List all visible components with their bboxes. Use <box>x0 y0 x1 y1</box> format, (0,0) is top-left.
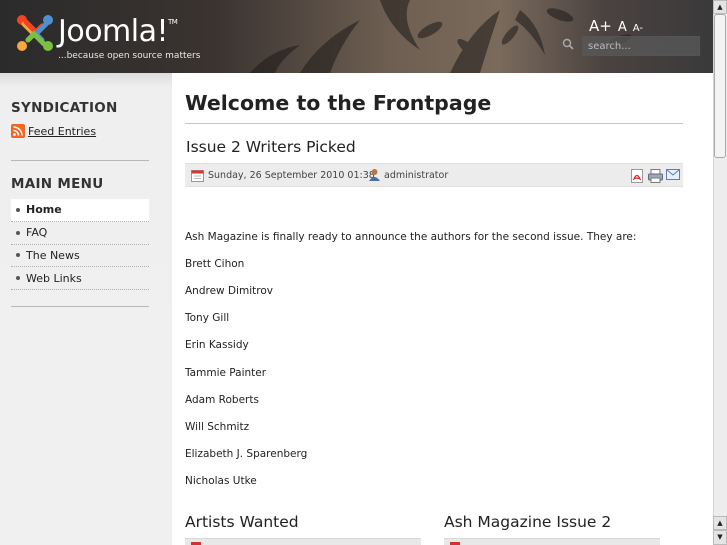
author-item: Adam Roberts <box>185 394 259 406</box>
user-icon <box>369 169 380 181</box>
author-item: Nicholas Utke <box>185 475 257 487</box>
scroll-up-arrow-bottom-icon[interactable]: ▲ <box>713 516 727 530</box>
feed-entries-row[interactable]: Feed Entries <box>11 124 96 138</box>
main-menu-heading: MAIN MENU <box>11 176 104 192</box>
bullet-icon <box>16 253 20 258</box>
author-item: Erin Kassidy <box>185 339 249 351</box>
article-intro: Ash Magazine is finally ready to announc… <box>185 231 637 243</box>
increase-font-button[interactable]: A+ <box>589 17 612 35</box>
decrease-font-button[interactable]: A- <box>633 23 643 34</box>
syndication-heading: SYNDICATION <box>11 100 118 116</box>
reset-font-button[interactable]: A <box>618 20 627 35</box>
main-menu: Home FAQ The News Web Links <box>11 199 149 290</box>
sidebar-divider <box>11 306 149 307</box>
sub-article-title-link[interactable]: Artists Wanted <box>185 513 299 531</box>
email-icon[interactable] <box>666 169 680 180</box>
article-title-link[interactable]: Issue 2 Writers Picked <box>186 138 356 156</box>
menu-item-web-links[interactable]: Web Links <box>11 267 149 290</box>
pdf-icon[interactable] <box>631 169 644 183</box>
scroll-down-arrow-icon[interactable]: ▼ <box>713 530 727 545</box>
scrollbar-thumb[interactable] <box>714 14 726 158</box>
menu-item-faq[interactable]: FAQ <box>11 222 149 245</box>
sidebar <box>0 73 172 545</box>
menu-item-the-news[interactable]: The News <box>11 245 149 268</box>
article-meta-bar: Sunday, 26 September 2010 01:38 administ… <box>185 163 683 187</box>
sub-article-title-link[interactable]: Ash Magazine Issue 2 <box>444 513 611 531</box>
author-item: Andrew Dimitrov <box>185 285 273 297</box>
author-item: Tammie Painter <box>185 367 267 379</box>
author-item: Elizabeth J. Sparenberg <box>185 448 308 460</box>
article-author: administrator <box>384 170 449 181</box>
site-header: Joomla!TM ...because open source matters… <box>0 0 713 73</box>
sidebar-divider <box>11 160 149 161</box>
bullet-icon <box>16 230 20 235</box>
rss-feed-icon[interactable] <box>11 124 25 138</box>
site-tagline: ...because open source matters <box>58 51 201 61</box>
logo-wordmark[interactable]: Joomla!TM <box>58 14 178 49</box>
author-item: Brett Cihon <box>185 258 245 270</box>
scroll-up-arrow-icon[interactable]: ▲ <box>713 0 727 14</box>
print-icon[interactable] <box>648 169 663 183</box>
article-date: Sunday, 26 September 2010 01:38 <box>208 170 375 181</box>
author-item: Tony Gill <box>185 312 230 324</box>
title-divider <box>185 123 683 124</box>
feed-entries-link[interactable]: Feed Entries <box>28 125 96 138</box>
sub-article-meta-bar <box>185 538 421 545</box>
menu-item-home[interactable]: Home <box>11 199 149 222</box>
sub-article-meta-bar <box>444 538 660 545</box>
font-size-tools: A+ A A- <box>589 17 643 35</box>
page-title: Welcome to the Frontpage <box>185 91 492 115</box>
joomla-logo-icon[interactable] <box>14 12 56 54</box>
bullet-icon <box>16 276 20 281</box>
author-item: Will Schmitz <box>185 421 250 433</box>
bullet-icon <box>16 207 20 212</box>
calendar-icon <box>191 170 204 182</box>
search-icon <box>562 38 574 50</box>
search-input[interactable] <box>582 36 700 56</box>
